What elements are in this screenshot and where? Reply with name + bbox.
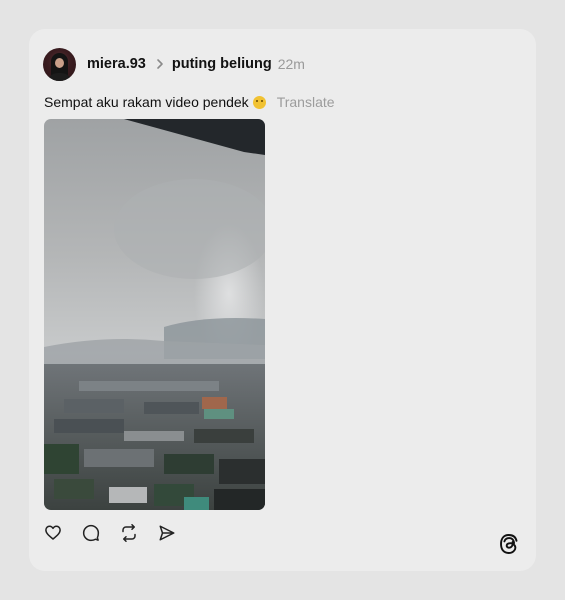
like-button[interactable] xyxy=(43,523,63,543)
translate-link[interactable]: Translate xyxy=(277,94,335,110)
avatar[interactable] xyxy=(43,47,76,81)
timestamp: 22m xyxy=(277,56,305,72)
caption-text: Sempat aku rakam video pendek xyxy=(44,94,249,110)
share-button[interactable] xyxy=(157,523,177,543)
smiling-face-icon xyxy=(252,95,266,109)
post-caption: Sempat aku rakam video pendek Translate xyxy=(44,94,335,110)
post-video[interactable] xyxy=(44,119,265,510)
repost-button[interactable] xyxy=(119,523,139,543)
comment-button[interactable] xyxy=(81,523,101,543)
post-header: miera.93 puting beliung 22m xyxy=(43,47,305,81)
heart-icon xyxy=(45,525,61,540)
topic-tag[interactable]: puting beliung xyxy=(172,56,272,72)
post-card: miera.93 puting beliung 22m Sempat aku r… xyxy=(29,29,536,571)
action-bar xyxy=(43,523,177,543)
repost-icon xyxy=(122,524,136,542)
comment-icon xyxy=(82,524,100,542)
username[interactable]: miera.93 xyxy=(87,56,146,72)
video-frame xyxy=(44,119,265,510)
send-icon xyxy=(159,525,175,541)
chevron-right-icon xyxy=(157,59,163,69)
threads-logo-icon[interactable] xyxy=(498,533,520,555)
